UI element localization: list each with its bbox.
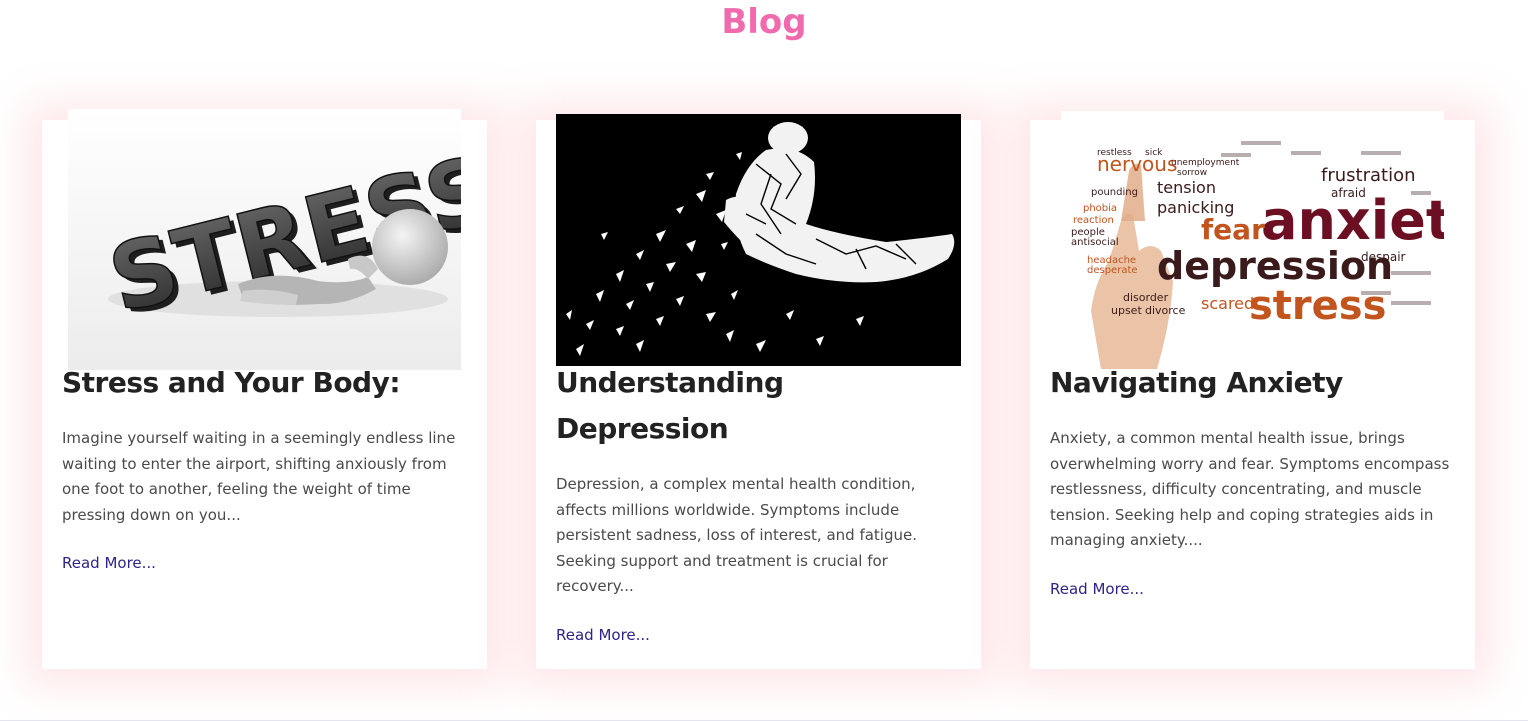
svg-text:unemployment: unemployment bbox=[1171, 158, 1240, 168]
svg-text:depression: depression bbox=[1157, 244, 1393, 288]
svg-text:desperate: desperate bbox=[1087, 265, 1138, 276]
anxiety-image[interactable]: anxiety depression stress fear nervous f… bbox=[1061, 111, 1444, 369]
svg-text:afraid: afraid bbox=[1331, 186, 1366, 200]
svg-text:disorder: disorder bbox=[1123, 291, 1169, 304]
post-excerpt: Depression, a complex mental health cond… bbox=[556, 475, 917, 596]
svg-text:phobia: phobia bbox=[1083, 203, 1117, 214]
read-more-link[interactable]: Read More... bbox=[1050, 580, 1144, 598]
shattered-figure-illustration bbox=[556, 114, 961, 366]
svg-text:despair: despair bbox=[1361, 250, 1406, 264]
blog-section: Blog STRESS STRESS Stress and Your Body:… bbox=[0, 0, 1528, 721]
anxiety-word-cloud: anxiety depression stress fear nervous f… bbox=[1061, 111, 1444, 369]
stress-image[interactable]: STRESS STRESS bbox=[68, 109, 461, 370]
svg-text:antisocial: antisocial bbox=[1071, 237, 1119, 248]
section-title: Blog bbox=[721, 2, 807, 42]
post-title[interactable]: Navigating Anxiety bbox=[1050, 360, 1455, 406]
read-more-link[interactable]: Read More... bbox=[62, 554, 156, 572]
svg-text:sick: sick bbox=[1145, 148, 1163, 158]
post-title[interactable]: Stress and Your Body: bbox=[62, 360, 467, 406]
depression-image[interactable] bbox=[556, 114, 961, 366]
read-more-link[interactable]: Read More... bbox=[556, 626, 650, 644]
svg-text:fear: fear bbox=[1201, 213, 1265, 246]
blog-card-depression: Understanding Depression Depression, a c… bbox=[536, 114, 981, 669]
blog-card-stress: STRESS STRESS Stress and Your Body: Imag… bbox=[42, 109, 487, 669]
svg-text:stress: stress bbox=[1249, 283, 1386, 329]
svg-text:sorrow: sorrow bbox=[1177, 168, 1207, 178]
stress-illustration: STRESS STRESS bbox=[68, 109, 461, 370]
svg-text:panicking: panicking bbox=[1157, 198, 1234, 217]
svg-text:restless: restless bbox=[1097, 148, 1132, 158]
svg-text:pounding: pounding bbox=[1091, 187, 1138, 198]
svg-text:reaction: reaction bbox=[1073, 215, 1114, 226]
post-excerpt: Anxiety, a common mental health issue, b… bbox=[1050, 429, 1450, 550]
svg-text:upset: upset bbox=[1111, 304, 1142, 317]
post-title[interactable]: Understanding Depression bbox=[556, 360, 961, 452]
post-excerpt: Imagine yourself waiting in a seemingly … bbox=[62, 429, 456, 524]
blog-card-anxiety: anxiety depression stress fear nervous f… bbox=[1030, 111, 1475, 669]
svg-text:frustration: frustration bbox=[1321, 165, 1416, 186]
svg-text:tension: tension bbox=[1157, 178, 1216, 197]
svg-text:divorce: divorce bbox=[1145, 304, 1186, 317]
svg-text:scared: scared bbox=[1201, 294, 1254, 313]
